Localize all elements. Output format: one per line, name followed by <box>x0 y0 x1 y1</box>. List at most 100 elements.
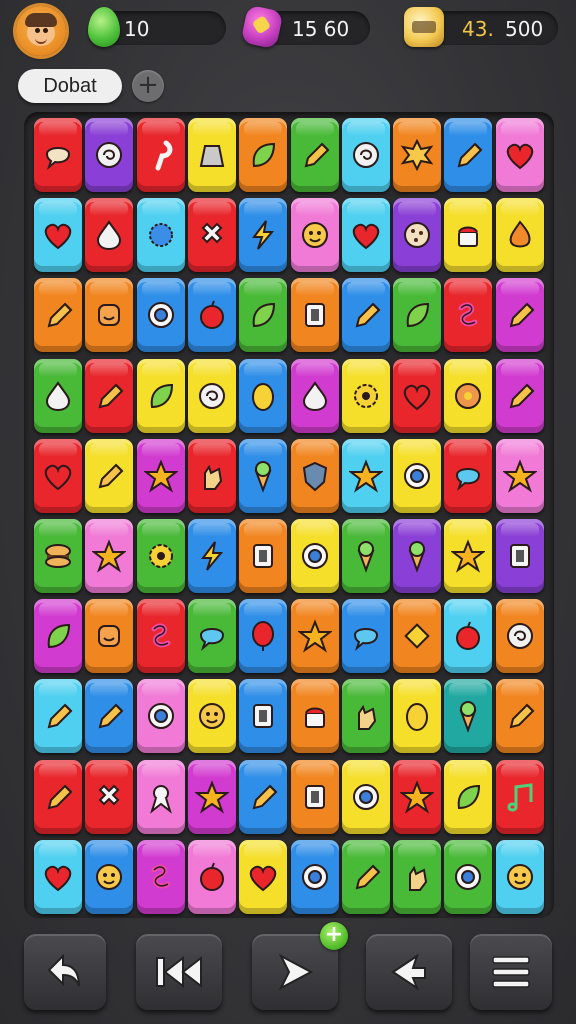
tile[interactable] <box>342 679 390 753</box>
tile[interactable] <box>291 840 339 914</box>
tile[interactable] <box>444 519 492 593</box>
tile[interactable] <box>85 118 133 192</box>
tile[interactable] <box>137 198 185 272</box>
tile[interactable] <box>444 599 492 673</box>
tile[interactable] <box>188 359 236 433</box>
tile[interactable] <box>34 840 82 914</box>
tile[interactable] <box>34 760 82 834</box>
tile[interactable] <box>85 519 133 593</box>
tile[interactable] <box>291 679 339 753</box>
tile[interactable] <box>188 439 236 513</box>
tile[interactable] <box>34 359 82 433</box>
tile[interactable] <box>137 599 185 673</box>
tile[interactable] <box>393 840 441 914</box>
tile[interactable] <box>34 599 82 673</box>
tile[interactable] <box>444 198 492 272</box>
tile[interactable] <box>342 760 390 834</box>
tile[interactable] <box>137 679 185 753</box>
undo-button[interactable] <box>24 934 106 1010</box>
tile[interactable] <box>137 278 185 352</box>
tile[interactable] <box>34 198 82 272</box>
tile[interactable] <box>342 278 390 352</box>
tile[interactable] <box>393 679 441 753</box>
tile[interactable] <box>34 679 82 753</box>
add-button[interactable]: + <box>132 70 164 102</box>
tile[interactable] <box>239 519 287 593</box>
tile[interactable] <box>188 840 236 914</box>
tile[interactable] <box>137 118 185 192</box>
tile[interactable] <box>85 760 133 834</box>
mode-label[interactable]: Dobat <box>18 69 122 103</box>
tile[interactable] <box>393 359 441 433</box>
tile[interactable] <box>291 118 339 192</box>
tile[interactable] <box>239 599 287 673</box>
tile[interactable] <box>188 118 236 192</box>
back-button[interactable] <box>366 934 452 1010</box>
tile[interactable] <box>137 519 185 593</box>
tile[interactable] <box>34 118 82 192</box>
tile[interactable] <box>342 198 390 272</box>
rewind-button[interactable] <box>136 934 222 1010</box>
menu-button[interactable] <box>470 934 552 1010</box>
tile[interactable] <box>342 519 390 593</box>
tile[interactable] <box>496 599 544 673</box>
tile[interactable] <box>444 278 492 352</box>
tile[interactable] <box>393 760 441 834</box>
tile[interactable] <box>496 118 544 192</box>
tile[interactable] <box>496 198 544 272</box>
tile[interactable] <box>393 198 441 272</box>
tile[interactable] <box>34 278 82 352</box>
tile[interactable] <box>239 278 287 352</box>
tile[interactable] <box>444 679 492 753</box>
tile[interactable] <box>393 599 441 673</box>
tile[interactable] <box>444 439 492 513</box>
play-plus-badge[interactable]: + <box>320 922 348 950</box>
tile[interactable] <box>291 198 339 272</box>
tile[interactable] <box>342 599 390 673</box>
tile[interactable] <box>85 359 133 433</box>
tile[interactable] <box>188 519 236 593</box>
tile[interactable] <box>239 198 287 272</box>
tile[interactable] <box>496 840 544 914</box>
player-avatar[interactable] <box>16 6 66 56</box>
tile[interactable] <box>85 840 133 914</box>
tile[interactable] <box>496 679 544 753</box>
tile[interactable] <box>239 118 287 192</box>
tile[interactable] <box>34 519 82 593</box>
tile[interactable] <box>188 198 236 272</box>
tile[interactable] <box>444 118 492 192</box>
tile[interactable] <box>393 439 441 513</box>
tile[interactable] <box>496 519 544 593</box>
tile[interactable] <box>137 359 185 433</box>
tile[interactable] <box>85 278 133 352</box>
tile[interactable] <box>239 760 287 834</box>
tile[interactable] <box>137 760 185 834</box>
tile[interactable] <box>137 439 185 513</box>
tile[interactable] <box>342 840 390 914</box>
tile[interactable] <box>291 278 339 352</box>
tile[interactable] <box>239 840 287 914</box>
tile[interactable] <box>496 760 544 834</box>
tile[interactable] <box>496 278 544 352</box>
tile[interactable] <box>188 599 236 673</box>
tile[interactable] <box>291 760 339 834</box>
tile[interactable] <box>34 439 82 513</box>
tile[interactable] <box>137 840 185 914</box>
tile[interactable] <box>239 439 287 513</box>
tile[interactable] <box>85 439 133 513</box>
tile[interactable] <box>291 599 339 673</box>
tile[interactable] <box>291 439 339 513</box>
tile[interactable] <box>393 118 441 192</box>
tile[interactable] <box>291 519 339 593</box>
tile[interactable] <box>342 359 390 433</box>
tile[interactable] <box>444 840 492 914</box>
tile[interactable] <box>188 278 236 352</box>
tile[interactable] <box>188 760 236 834</box>
tile[interactable] <box>239 679 287 753</box>
tile[interactable] <box>393 519 441 593</box>
tile[interactable] <box>342 439 390 513</box>
tile[interactable] <box>342 118 390 192</box>
tile[interactable] <box>393 278 441 352</box>
tile[interactable] <box>496 359 544 433</box>
tile[interactable] <box>496 439 544 513</box>
